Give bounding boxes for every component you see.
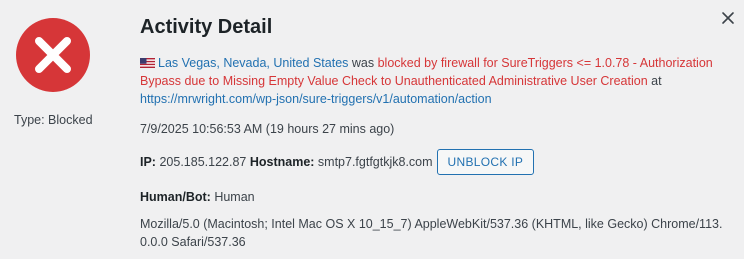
dialog-title: Activity Detail	[140, 16, 273, 38]
ip-label: IP:	[140, 155, 156, 169]
human-bot-value: Human	[214, 190, 255, 204]
activity-content: Las Vegas, Nevada, United States was blo…	[140, 54, 724, 251]
type-label: Type: Blocked	[14, 113, 93, 127]
request-url-link[interactable]: https://mrwright.com/wp-json/sure-trigge…	[140, 92, 492, 106]
human-bot-row: Human/Bot: Human	[140, 188, 724, 206]
human-bot-label: Human/Bot:	[140, 190, 211, 204]
user-agent: Mozilla/5.0 (Macintosh; Intel Mac OS X 1…	[140, 217, 723, 249]
at-text: at	[647, 74, 662, 88]
close-icon[interactable]	[718, 8, 738, 28]
location-link[interactable]: Las Vegas, Nevada, United States	[158, 56, 348, 70]
ip-value: 205.185.122.87	[159, 155, 247, 169]
activity-summary: Las Vegas, Nevada, United States was blo…	[140, 54, 724, 108]
hostname-value: smtp7.fgtfgtkjk8.com	[317, 155, 433, 169]
hostname-label: Hostname:	[249, 155, 315, 169]
us-flag-icon	[140, 58, 155, 68]
blocked-x-icon	[16, 18, 90, 92]
was-text: was	[348, 56, 378, 70]
unblock-ip-button[interactable]: UNBLOCK IP	[436, 149, 535, 175]
timestamp: 7/9/2025 10:56:53 AM (19 hours 27 mins a…	[140, 122, 395, 136]
ip-row: IP: 205.185.122.87 Hostname: smtp7.fgtfg…	[140, 149, 724, 175]
